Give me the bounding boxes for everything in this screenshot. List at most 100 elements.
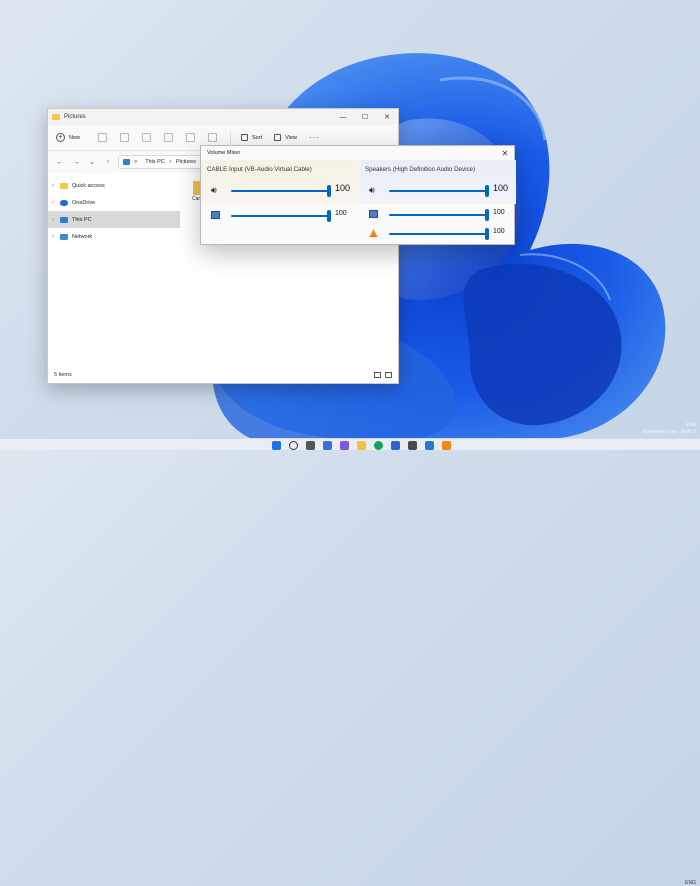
slider-thumb[interactable]	[485, 209, 489, 221]
view-button[interactable]: View	[274, 134, 297, 141]
volume-value: 100	[493, 228, 505, 235]
device-column-speakers: Speakers (High Definition Audio Device) …	[359, 160, 516, 246]
edge-icon[interactable]	[374, 441, 383, 450]
view-icon	[274, 134, 282, 141]
toolbar-divider	[230, 131, 232, 144]
slider-thumb[interactable]	[327, 185, 331, 197]
store-icon[interactable]	[391, 441, 400, 450]
pc-icon	[60, 216, 68, 223]
close-button[interactable]: ✕	[376, 109, 398, 125]
nav-item-label: OneDrive	[72, 199, 96, 206]
chevron-right-icon[interactable]: ›	[52, 234, 60, 240]
breadcrumb-separator: >	[168, 159, 172, 165]
vlc-taskbar-icon[interactable]	[442, 441, 451, 450]
speaker-icon[interactable]: 🔊︎	[369, 186, 378, 195]
watermark-line: Evaluation copy. Build 2	[643, 429, 696, 435]
item-count: 5 items	[54, 372, 72, 378]
slider-thumb[interactable]	[485, 228, 489, 240]
paste-icon[interactable]	[142, 133, 152, 142]
nav-item-quick-access[interactable]: › Quick access	[48, 177, 180, 194]
new-button[interactable]: + New	[56, 133, 80, 142]
chat-icon[interactable]	[340, 441, 349, 450]
cut-icon[interactable]	[98, 133, 108, 142]
evaluation-watermark: Eval Evaluation copy. Build 2	[643, 422, 696, 436]
system-sounds-icon[interactable]	[211, 211, 220, 219]
nav-item-onedrive[interactable]: › OneDrive	[48, 194, 180, 211]
folder-icon	[52, 114, 60, 120]
app-volume-row: 100	[359, 225, 516, 243]
sort-icon	[241, 134, 249, 141]
mixer-title: Volume Mixer	[207, 150, 241, 156]
sort-label: Sort	[252, 134, 263, 141]
address-separator: >	[134, 159, 138, 165]
master-volume-row: 🔊︎ 100	[201, 182, 358, 200]
tiles-view-icon[interactable]	[385, 372, 392, 378]
more-options-button[interactable]: ···	[309, 133, 320, 142]
up-arrow-icon[interactable]: ↑	[102, 159, 114, 166]
volume-slider[interactable]	[231, 215, 329, 217]
mixer-close-button[interactable]: ✕	[496, 149, 514, 158]
mixer-titlebar[interactable]: Volume Mixer ✕	[201, 146, 514, 160]
vlc-icon[interactable]	[369, 229, 378, 237]
explorer-titlebar[interactable]: Pictures — ☐ ✕	[48, 109, 398, 125]
slider-thumb[interactable]	[485, 185, 489, 197]
watermark-line: Eval	[686, 422, 696, 428]
star-icon	[60, 182, 68, 189]
file-explorer-icon[interactable]	[357, 441, 366, 450]
minimize-button[interactable]: —	[332, 109, 354, 125]
task-view-icon[interactable]	[306, 441, 315, 450]
sort-button[interactable]: Sort	[241, 134, 262, 141]
copy-icon[interactable]	[120, 133, 130, 142]
share-icon[interactable]	[186, 133, 196, 142]
volume-slider[interactable]	[231, 190, 329, 192]
nav-item-this-pc[interactable]: › This PC	[48, 211, 180, 228]
pc-icon	[123, 159, 130, 165]
slider-thumb[interactable]	[327, 210, 331, 222]
delete-icon[interactable]	[208, 133, 218, 142]
desktop: Pictures — ☐ ✕ + New Sort View ··· ← → ⌄…	[0, 0, 700, 886]
status-bar: 5 items	[48, 367, 398, 383]
volume-value: 100	[335, 183, 351, 193]
speaker-icon[interactable]: 🔊︎	[211, 186, 220, 195]
volume-slider[interactable]	[389, 233, 487, 235]
chevron-right-icon[interactable]: ›	[52, 200, 60, 206]
volume-slider[interactable]	[389, 190, 487, 192]
details-view-icon[interactable]	[374, 372, 381, 378]
system-tray[interactable]: ENG	[685, 880, 696, 886]
view-label: View	[285, 134, 297, 141]
nav-item-label: Network	[72, 233, 93, 240]
forward-arrow-icon[interactable]: →	[70, 159, 82, 166]
chevron-right-icon[interactable]: ›	[52, 183, 60, 189]
maximize-button[interactable]: ☐	[354, 109, 376, 125]
breadcrumb-pictures[interactable]: Pictures	[176, 159, 196, 165]
start-icon[interactable]	[272, 441, 281, 450]
breadcrumb-this-pc[interactable]: This PC	[145, 159, 165, 165]
plus-circle-icon: +	[56, 133, 65, 142]
device-name: Speakers (High Definition Audio Device)	[365, 166, 476, 173]
recent-chevron-icon[interactable]: ⌄	[86, 158, 98, 166]
cloud-icon	[60, 199, 68, 206]
mixer-app-icon[interactable]	[425, 441, 434, 450]
app-icon[interactable]	[408, 441, 417, 450]
widgets-icon[interactable]	[323, 441, 332, 450]
nav-item-network[interactable]: › Network	[48, 228, 180, 245]
taskbar: ENG	[0, 438, 700, 886]
volume-slider[interactable]	[389, 214, 487, 216]
app-volume-row: 100	[201, 207, 358, 225]
back-arrow-icon[interactable]: ←	[54, 159, 66, 166]
explorer-title: Pictures	[64, 114, 86, 120]
search-icon[interactable]	[289, 441, 298, 450]
volume-mixer-window: Volume Mixer ✕ CABLE Input (VB-Audio Vir…	[200, 145, 516, 246]
volume-value: 100	[335, 210, 347, 217]
master-volume-row: 🔊︎ 100	[359, 182, 516, 200]
rename-icon[interactable]	[164, 133, 174, 142]
device-name: CABLE Input (VB-Audio Virtual Cable)	[207, 166, 312, 173]
network-icon	[60, 233, 68, 240]
chevron-right-icon[interactable]: ›	[52, 217, 60, 223]
volume-value: 100	[493, 209, 505, 216]
new-label: New	[69, 134, 81, 141]
volume-value: 100	[493, 183, 509, 193]
nav-item-label: Quick access	[72, 182, 105, 189]
device-column-cable-input: CABLE Input (VB-Audio Virtual Cable) 🔊︎ …	[201, 160, 358, 246]
system-sounds-icon[interactable]	[369, 210, 378, 218]
